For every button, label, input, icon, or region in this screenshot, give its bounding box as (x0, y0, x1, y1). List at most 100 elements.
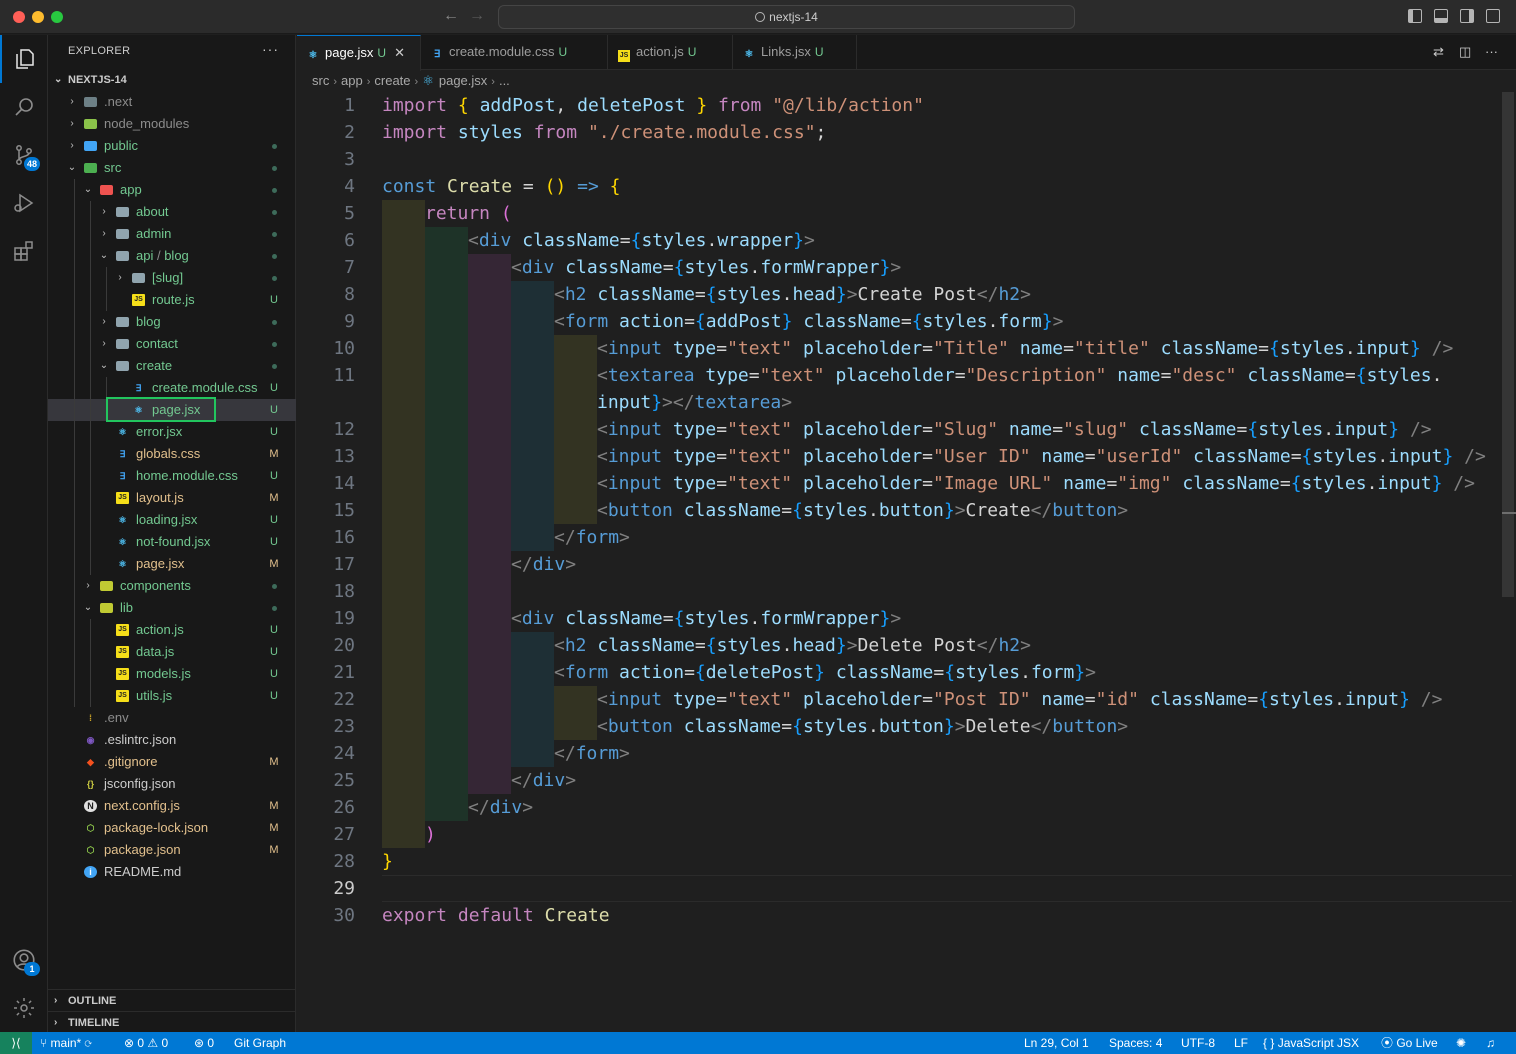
folder-item[interactable]: › blog (48, 311, 296, 333)
folder-item[interactable]: ⌄ api / blog (48, 245, 296, 267)
cursor-position[interactable]: Ln 29, Col 1 (1024, 1032, 1089, 1054)
code-line: 16 </form> (297, 524, 1516, 551)
indent-guide (90, 663, 91, 685)
breadcrumb-item[interactable]: create (374, 73, 410, 88)
file-item[interactable]: ∃ create.module.css U (48, 377, 296, 399)
file-item[interactable]: JS route.js U (48, 289, 296, 311)
code-text: import styles from "./create.module.css"… (382, 119, 826, 146)
end-of-line[interactable]: LF (1234, 1032, 1248, 1054)
language-mode[interactable]: { } JavaScript JSX (1263, 1032, 1359, 1054)
customize-layout-icon[interactable] (1486, 9, 1500, 23)
git-status-dot (272, 166, 277, 171)
tab-create-module-css[interactable]: ∃ create.module.css U (421, 35, 608, 70)
folder-item[interactable]: › admin (48, 223, 296, 245)
folder-item[interactable]: › .next (48, 91, 296, 113)
file-item[interactable]: ∃ globals.css M (48, 443, 296, 465)
more-actions-icon[interactable]: ··· (262, 41, 279, 57)
file-item[interactable]: JS models.js U (48, 663, 296, 685)
file-item[interactable]: ◆ .gitignore M (48, 751, 296, 773)
window-minimize-button[interactable] (32, 11, 44, 23)
editor-scrollbar[interactable] (1502, 92, 1514, 597)
tab-action-js[interactable]: JS action.js U (608, 35, 733, 70)
folder-item[interactable]: ⌄ lib (48, 597, 296, 619)
explorer-icon[interactable] (0, 35, 48, 83)
code-token: = (922, 419, 934, 440)
code-editor[interactable]: 1 import { addPost, deletePost } from "@/… (297, 92, 1516, 1032)
ports-indicator[interactable]: ⊛ 0 (194, 1032, 214, 1054)
problems-indicator[interactable]: ⊗ 0 ⚠ 0 (124, 1032, 168, 1054)
breadcrumb-item[interactable]: src (312, 73, 329, 88)
folder-item[interactable]: › public (48, 135, 296, 157)
folder-item[interactable]: › node_modules (48, 113, 296, 135)
workspace-root-label: NEXTJS-14 (68, 74, 127, 86)
indent-guide (74, 377, 75, 399)
window-maximize-button[interactable] (51, 11, 63, 23)
extensions-icon[interactable] (0, 227, 48, 275)
search-icon[interactable] (0, 83, 48, 131)
chevron-right-icon: › (102, 338, 106, 349)
branch-indicator[interactable]: ⑂ main* ⟳ (40, 1032, 92, 1054)
file-item[interactable]: JS layout.js M (48, 487, 296, 509)
file-item[interactable]: ∃ home.module.css U (48, 465, 296, 487)
compare-changes-icon[interactable]: ⇄ (1433, 44, 1444, 60)
toggle-primary-sidebar-icon[interactable] (1408, 9, 1422, 23)
back-arrow-icon[interactable]: ← (443, 7, 459, 25)
file-item[interactable]: ⬡ package.json M (48, 839, 296, 861)
breadcrumb-item[interactable]: page.jsx (439, 73, 487, 88)
toggle-secondary-sidebar-icon[interactable] (1460, 9, 1474, 23)
code-token: form (575, 527, 620, 548)
folder-item[interactable]: › contact (48, 333, 296, 355)
accounts-icon[interactable]: 1 (0, 936, 48, 984)
file-item[interactable]: JS utils.js U (48, 685, 296, 707)
breadcrumb-item[interactable]: app (341, 73, 363, 88)
window-close-button[interactable] (13, 11, 25, 23)
file-item[interactable]: ⚛ error.jsx U (48, 421, 296, 443)
folder-item[interactable]: ⌄ src (48, 157, 296, 179)
run-debug-icon[interactable] (0, 179, 48, 227)
tree-item-label: .env (104, 707, 129, 729)
tree-item-name: blog (164, 248, 189, 263)
file-item[interactable]: ⁞ .env (48, 707, 296, 729)
split-editor-icon[interactable]: ◫ (1459, 44, 1471, 60)
notifications-bell-icon[interactable]: ♫ (1486, 1032, 1495, 1054)
file-item[interactable]: ⬡ package-lock.json M (48, 817, 296, 839)
manage-gear-icon[interactable] (0, 984, 48, 1032)
tree-item-label: create (136, 355, 172, 377)
indent-rainbow-band (425, 335, 468, 362)
tab-page-jsx[interactable]: ⚛ page.jsx U ✕ (297, 35, 421, 71)
source-control-icon[interactable]: 48 (0, 131, 48, 179)
command-center-search[interactable]: nextjs-14 (498, 5, 1075, 29)
code-token: => (577, 176, 599, 197)
tab-links-jsx[interactable]: ⚛ Links.jsx U (733, 35, 857, 70)
folder-item[interactable]: › [slug] (48, 267, 296, 289)
folder-item[interactable]: ⌄ create (48, 355, 296, 377)
file-item[interactable]: ⚛ page.jsx M (48, 553, 296, 575)
file-item[interactable]: ⚛ not-found.jsx U (48, 531, 296, 553)
encoding[interactable]: UTF-8 (1181, 1032, 1215, 1054)
close-icon[interactable]: ✕ (394, 45, 405, 60)
indentation[interactable]: Spaces: 4 (1109, 1032, 1162, 1054)
workspace-root-folder[interactable]: ⌄ NEXTJS-14 (48, 69, 296, 91)
file-item[interactable]: Nnext.config.js M (48, 795, 296, 817)
toggle-panel-icon[interactable] (1434, 9, 1448, 23)
forward-arrow-icon[interactable]: → (469, 7, 485, 25)
outline-section[interactable]: › OUTLINE (48, 989, 296, 1011)
git-status-dot (272, 342, 277, 347)
file-item[interactable]: ⚛ loading.jsx U (48, 509, 296, 531)
file-item[interactable]: {} jsconfig.json (48, 773, 296, 795)
file-item[interactable]: i README.md (48, 861, 296, 883)
go-live-button[interactable]: ⦿ Go Live (1381, 1032, 1438, 1054)
file-item[interactable]: ◉ .eslintrc.json (48, 729, 296, 751)
breadcrumb-item[interactable]: ... (499, 73, 510, 88)
folder-item[interactable]: ⌄ app (48, 179, 296, 201)
remote-indicator-icon[interactable]: ⟩⟨ (0, 1032, 32, 1054)
folder-item[interactable]: › about (48, 201, 296, 223)
file-item[interactable]: JS data.js U (48, 641, 296, 663)
git-graph-button[interactable]: Git Graph (234, 1032, 286, 1054)
folder-item[interactable]: › components (48, 575, 296, 597)
code-token: form (998, 311, 1042, 332)
copilot-icon[interactable]: ✺ (1456, 1032, 1466, 1054)
file-item[interactable]: JS action.js U (48, 619, 296, 641)
more-actions-icon[interactable]: ··· (1485, 44, 1498, 59)
timeline-section[interactable]: › TIMELINE (48, 1011, 296, 1033)
